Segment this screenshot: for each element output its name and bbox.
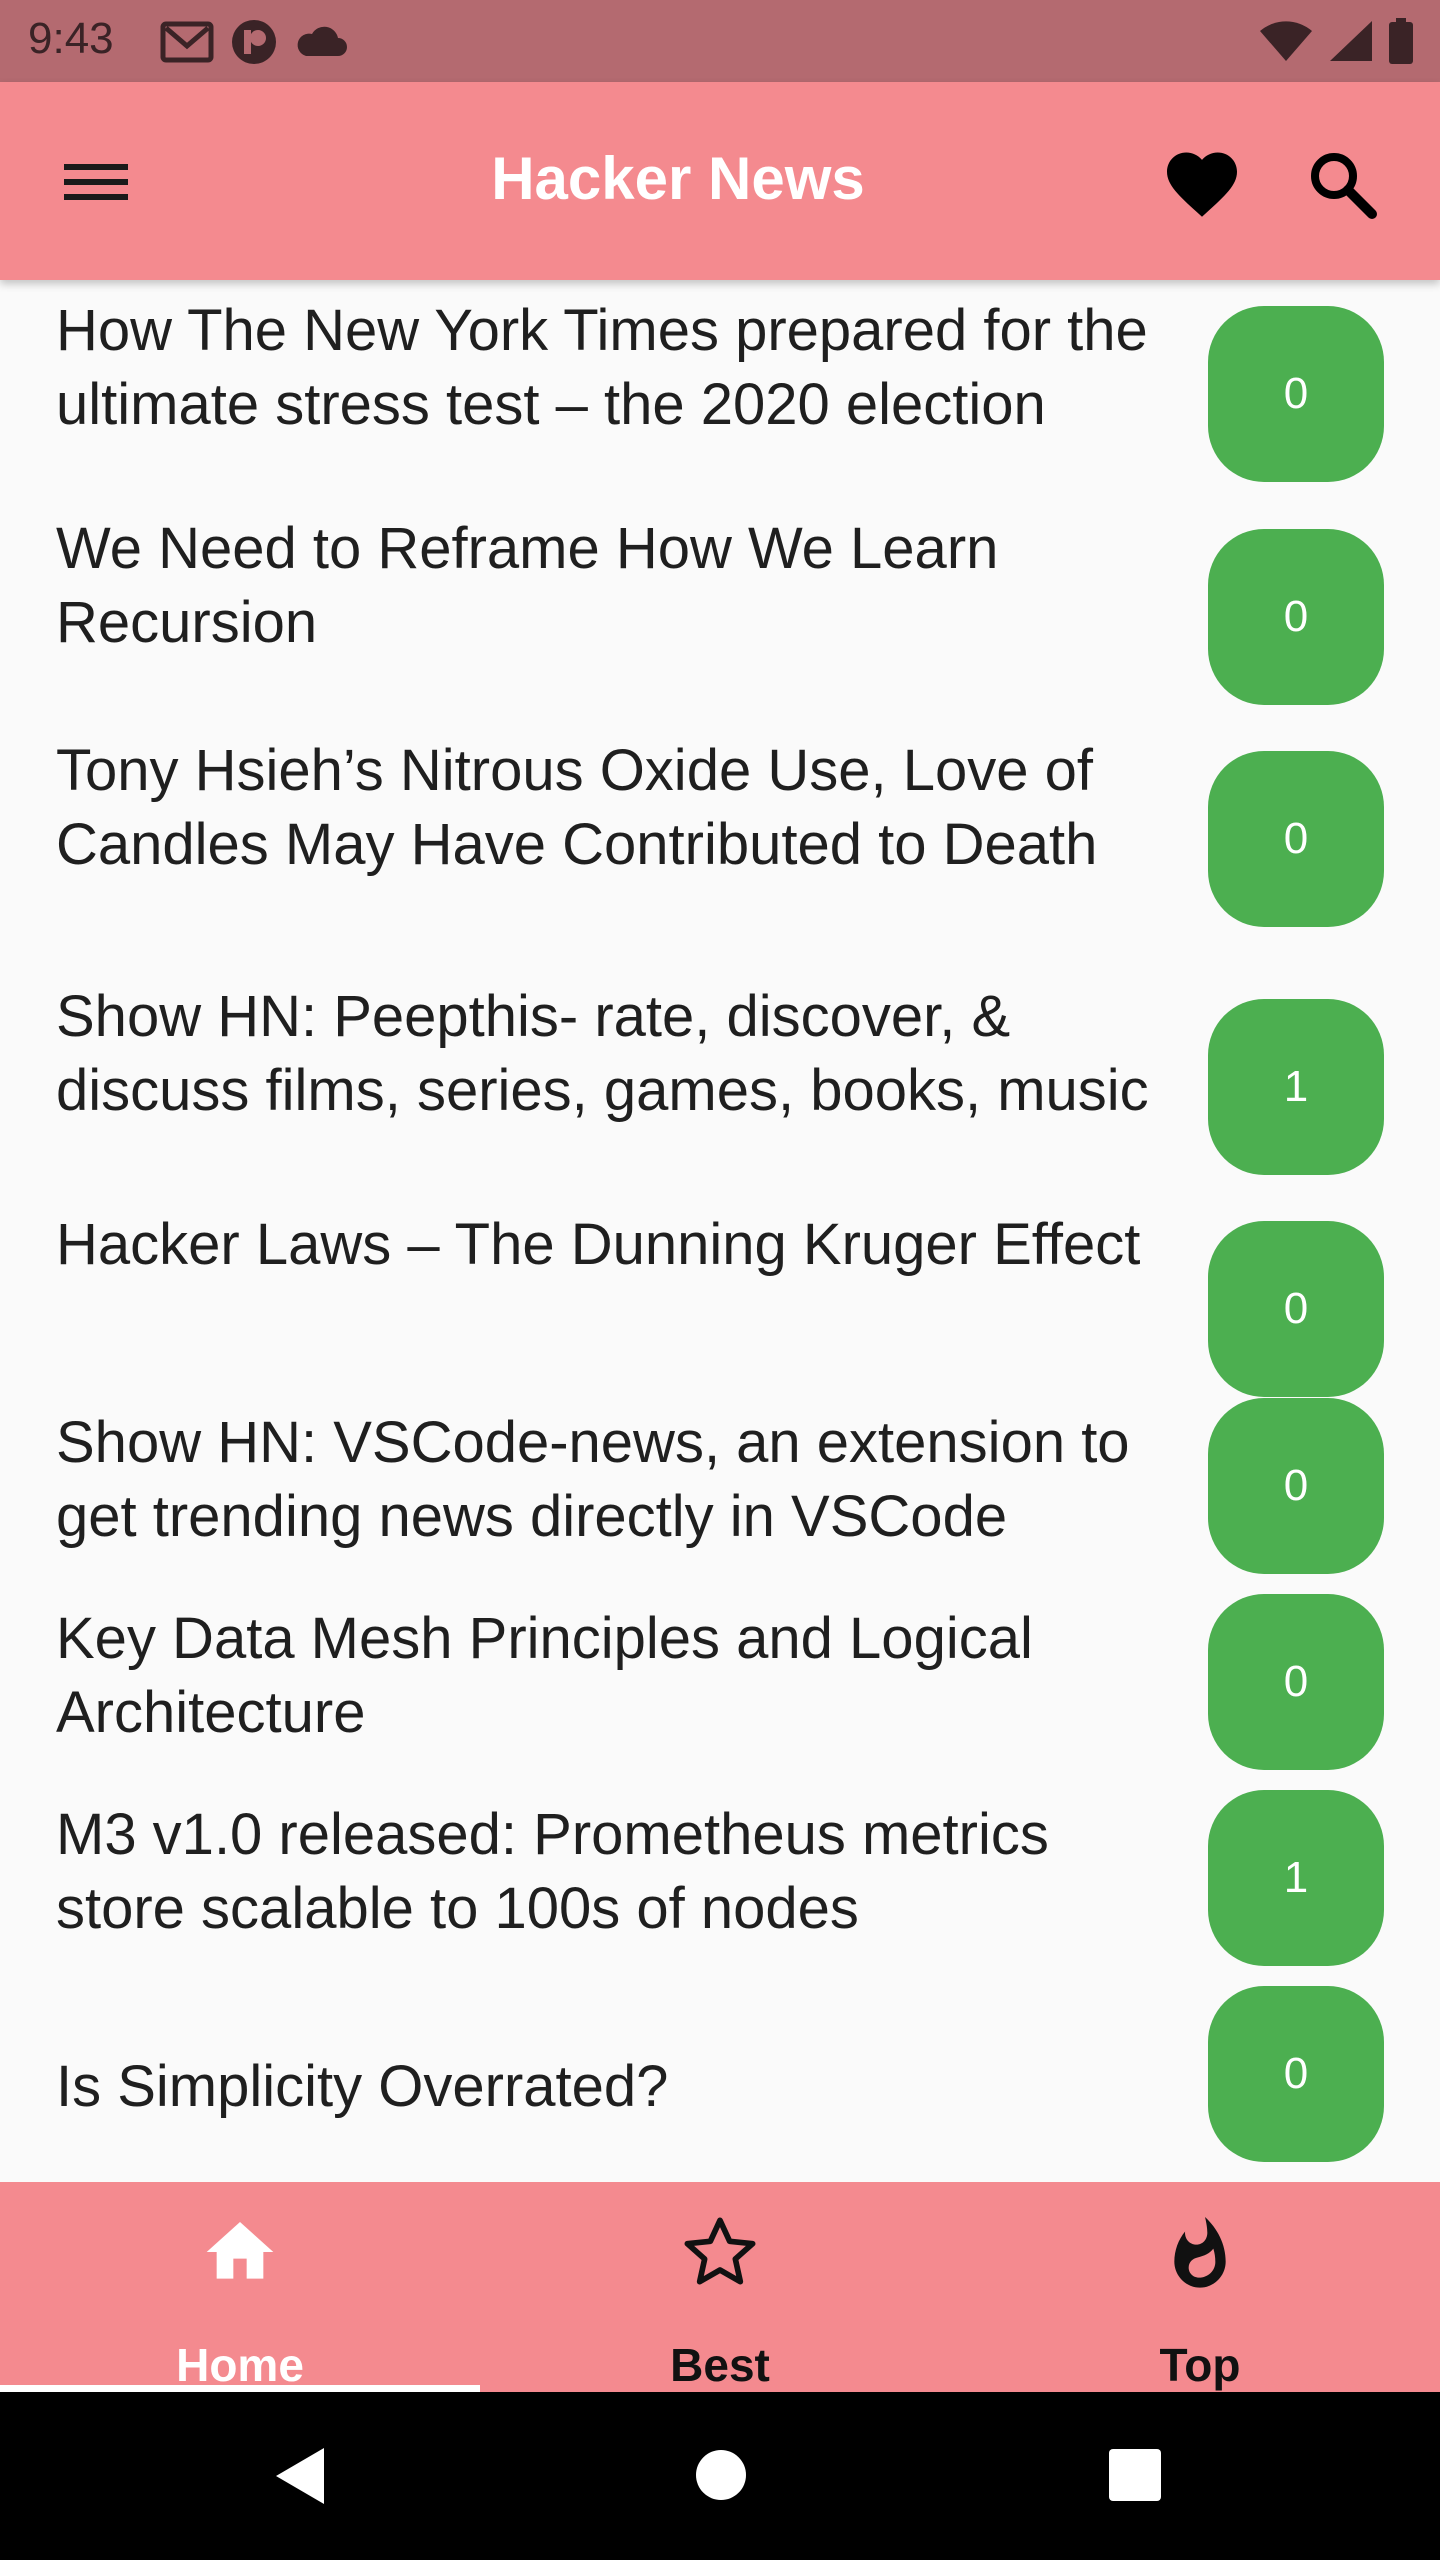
home-icon — [206, 2222, 274, 2279]
story-row[interactable]: Hacker Laws – The Dunning Kruger Effect … — [0, 1190, 1440, 1397]
story-title: How The New York Times prepared for the … — [56, 298, 1148, 437]
story-title: We Need to Reframe How We Learn Recursio… — [56, 516, 999, 655]
story-title: Key Data Mesh Principles and Logical Arc… — [56, 1606, 1033, 1745]
comment-count-badge[interactable]: 0 — [1208, 306, 1384, 482]
story-row[interactable]: Key Data Mesh Principles and Logical Arc… — [0, 1582, 1440, 1778]
comment-count-badge[interactable]: 0 — [1208, 1221, 1384, 1397]
story-row[interactable]: M3 v1.0 released: Prometheus metrics sto… — [0, 1778, 1440, 1974]
story-row[interactable]: We Need to Reframe How We Learn Recursio… — [0, 500, 1440, 722]
app-bar: Hacker News — [0, 82, 1440, 280]
bottom-navigation: Home Best Top — [0, 2182, 1440, 2392]
story-row[interactable]: Show HN: VSCode-news, an extension to ge… — [0, 1386, 1440, 1582]
favorites-button[interactable] — [1160, 142, 1244, 226]
story-row[interactable]: Tony Hsieh’s Nitrous Oxide Use, Love of … — [0, 722, 1440, 968]
comment-count-badge[interactable]: 0 — [1208, 1594, 1384, 1770]
nav-selected-indicator — [0, 2385, 480, 2392]
system-navigation-bar — [0, 2392, 1440, 2560]
home-circle-icon[interactable] — [694, 2448, 748, 2502]
story-title: Hacker Laws – The Dunning Kruger Effect — [56, 1212, 1141, 1277]
back-icon[interactable] — [270, 2444, 332, 2508]
cloud-icon — [297, 26, 347, 56]
search-icon — [1311, 153, 1377, 219]
status-left-icons — [160, 18, 348, 66]
story-title: Show HN: Peepthis- rate, discover, & dis… — [56, 984, 1149, 1123]
status-bar: 9:43 — [0, 0, 1440, 82]
nav-label-best: Best — [670, 2339, 770, 2391]
app-notification-icon — [232, 20, 276, 64]
status-right-icons — [1258, 18, 1414, 64]
comment-count-badge[interactable]: 1 — [1208, 1790, 1384, 1966]
story-row[interactable]: Is Simplicity Overrated? 0 — [0, 1974, 1440, 2182]
nav-label-top: Top — [1159, 2339, 1241, 2391]
story-row[interactable]: How The New York Times prepared for the … — [0, 280, 1440, 500]
story-title: Show HN: VSCode-news, an extension to ge… — [56, 1410, 1130, 1549]
comment-count-badge[interactable]: 1 — [1208, 999, 1384, 1175]
wifi-icon — [1260, 21, 1312, 61]
story-title: Tony Hsieh’s Nitrous Oxide Use, Love of … — [56, 738, 1098, 877]
story-title: Is Simplicity Overrated? — [56, 2054, 669, 2119]
comment-count-badge[interactable]: 0 — [1208, 1398, 1384, 1574]
nav-tab-best[interactable]: Best — [480, 2182, 960, 2392]
cell-signal-icon — [1330, 21, 1372, 61]
star-outline-icon — [684, 2217, 756, 2285]
nav-tab-top[interactable]: Top — [960, 2182, 1440, 2392]
heart-icon — [1167, 152, 1237, 217]
comment-count-badge[interactable]: 0 — [1208, 1986, 1384, 2162]
recents-icon[interactable] — [1108, 2448, 1162, 2502]
nav-label-home: Home — [176, 2339, 304, 2391]
story-row[interactable]: Show HN: Peepthis- rate, discover, & dis… — [0, 968, 1440, 1190]
fire-icon — [1174, 2217, 1226, 2288]
story-list: How The New York Times prepared for the … — [0, 280, 1440, 2182]
gmail-icon — [160, 21, 214, 63]
search-button[interactable] — [1300, 142, 1384, 226]
comment-count-badge[interactable]: 0 — [1208, 751, 1384, 927]
story-title: M3 v1.0 released: Prometheus metrics sto… — [56, 1802, 1049, 1941]
battery-icon — [1389, 18, 1413, 64]
nav-tab-home[interactable]: Home — [0, 2182, 480, 2392]
page-title: Hacker News — [491, 145, 865, 212]
status-time: 9:43 — [28, 14, 114, 63]
comment-count-badge[interactable]: 0 — [1208, 529, 1384, 705]
